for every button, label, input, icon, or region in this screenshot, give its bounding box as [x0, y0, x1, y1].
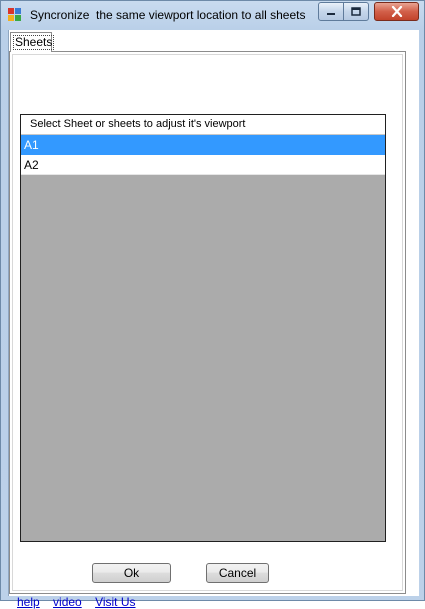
app-icon — [8, 8, 22, 22]
window-title: Syncronize the same viewport location to… — [30, 8, 306, 22]
ok-button[interactable]: Ok — [92, 563, 171, 583]
window-client-area: Select Sheet or sheets to adjust it's vi… — [8, 30, 419, 609]
list-column-header[interactable]: Select Sheet or sheets to adjust it's vi… — [21, 115, 385, 135]
footer-links: help video Visit Us — [17, 595, 146, 609]
cancel-button[interactable]: Cancel — [206, 563, 269, 583]
maximize-button[interactable] — [343, 2, 369, 21]
tab-sheets-label: Sheets — [13, 35, 55, 50]
tab-sheets[interactable]: Sheets — [10, 32, 55, 52]
close-icon — [391, 6, 402, 17]
close-button[interactable] — [374, 2, 419, 21]
help-link[interactable]: help — [17, 595, 40, 609]
main-window: Syncronize the same viewport location to… — [0, 0, 425, 609]
minimize-button[interactable] — [318, 2, 344, 21]
tab-page-sheets: Select Sheet or sheets to adjust it's vi… — [9, 51, 406, 609]
video-link[interactable]: video — [53, 595, 82, 609]
maximize-icon — [351, 7, 361, 16]
title-bar[interactable]: Syncronize the same viewport location to… — [1, 1, 424, 29]
list-item[interactable]: A1 — [21, 135, 385, 155]
sheet-list[interactable]: Select Sheet or sheets to adjust it's vi… — [20, 114, 386, 542]
visit-us-link[interactable]: Visit Us — [95, 595, 135, 609]
list-item[interactable]: A2 — [21, 155, 385, 175]
minimize-icon — [327, 12, 335, 15]
